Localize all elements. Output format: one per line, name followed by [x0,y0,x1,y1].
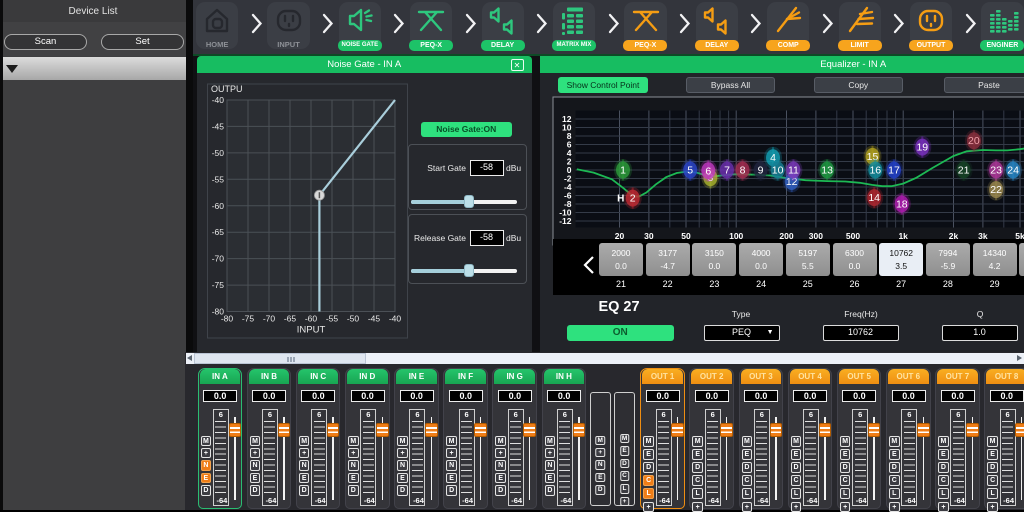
svg-text:-45: -45 [211,121,224,131]
svg-text:2: 2 [566,157,571,167]
svg-text:-55: -55 [325,314,338,324]
svg-text:21: 21 [957,165,969,177]
svg-text:-65: -65 [283,314,296,324]
svg-text:-4: -4 [563,182,571,192]
svg-text:13: 13 [821,165,833,177]
svg-text:16: 16 [869,165,881,177]
svg-text:-60: -60 [211,201,224,211]
svg-text:-70: -70 [211,254,224,264]
svg-text:11: 11 [787,165,798,177]
svg-text:17: 17 [888,165,900,177]
svg-text:H: H [617,194,624,205]
svg-text:-12: -12 [559,216,572,226]
svg-text:10: 10 [562,123,572,133]
svg-text:-75: -75 [211,280,224,290]
svg-text:4: 4 [566,148,571,158]
svg-text:-2: -2 [563,174,571,184]
svg-text:-50: -50 [346,314,359,324]
svg-text:23: 23 [990,165,1002,177]
svg-text:-8: -8 [563,199,571,209]
svg-text:-55: -55 [211,174,224,184]
svg-text:-70: -70 [262,314,275,324]
svg-text:-50: -50 [211,148,224,158]
svg-text:OUTPU: OUTPU [211,84,243,94]
svg-text:-75: -75 [241,314,254,324]
svg-text:INPUT: INPUT [296,325,325,336]
svg-text:19: 19 [916,142,928,154]
svg-text:-45: -45 [367,314,380,324]
svg-text:6: 6 [705,165,711,177]
svg-text:-65: -65 [211,227,224,237]
svg-text:-60: -60 [304,314,317,324]
svg-text:10: 10 [771,165,783,177]
svg-text:22: 22 [990,184,1002,196]
svg-text:12: 12 [562,114,572,124]
svg-text:-40: -40 [211,95,224,105]
svg-text:7: 7 [724,165,730,177]
svg-text:8: 8 [739,165,745,177]
svg-text:5: 5 [687,165,693,177]
svg-text:9: 9 [757,165,763,177]
svg-text:18: 18 [895,199,907,211]
svg-text:0: 0 [566,165,571,175]
svg-text:8: 8 [566,131,571,141]
svg-text:14: 14 [868,192,880,204]
svg-text:2: 2 [629,193,635,205]
svg-text:20: 20 [968,135,980,147]
svg-text:6: 6 [566,140,571,150]
svg-text:24: 24 [1007,165,1019,177]
svg-text:1: 1 [620,165,626,177]
svg-text:-10: -10 [559,208,572,218]
svg-text:-6: -6 [563,191,571,201]
svg-text:-40: -40 [388,314,401,324]
svg-text:-80: -80 [220,314,233,324]
